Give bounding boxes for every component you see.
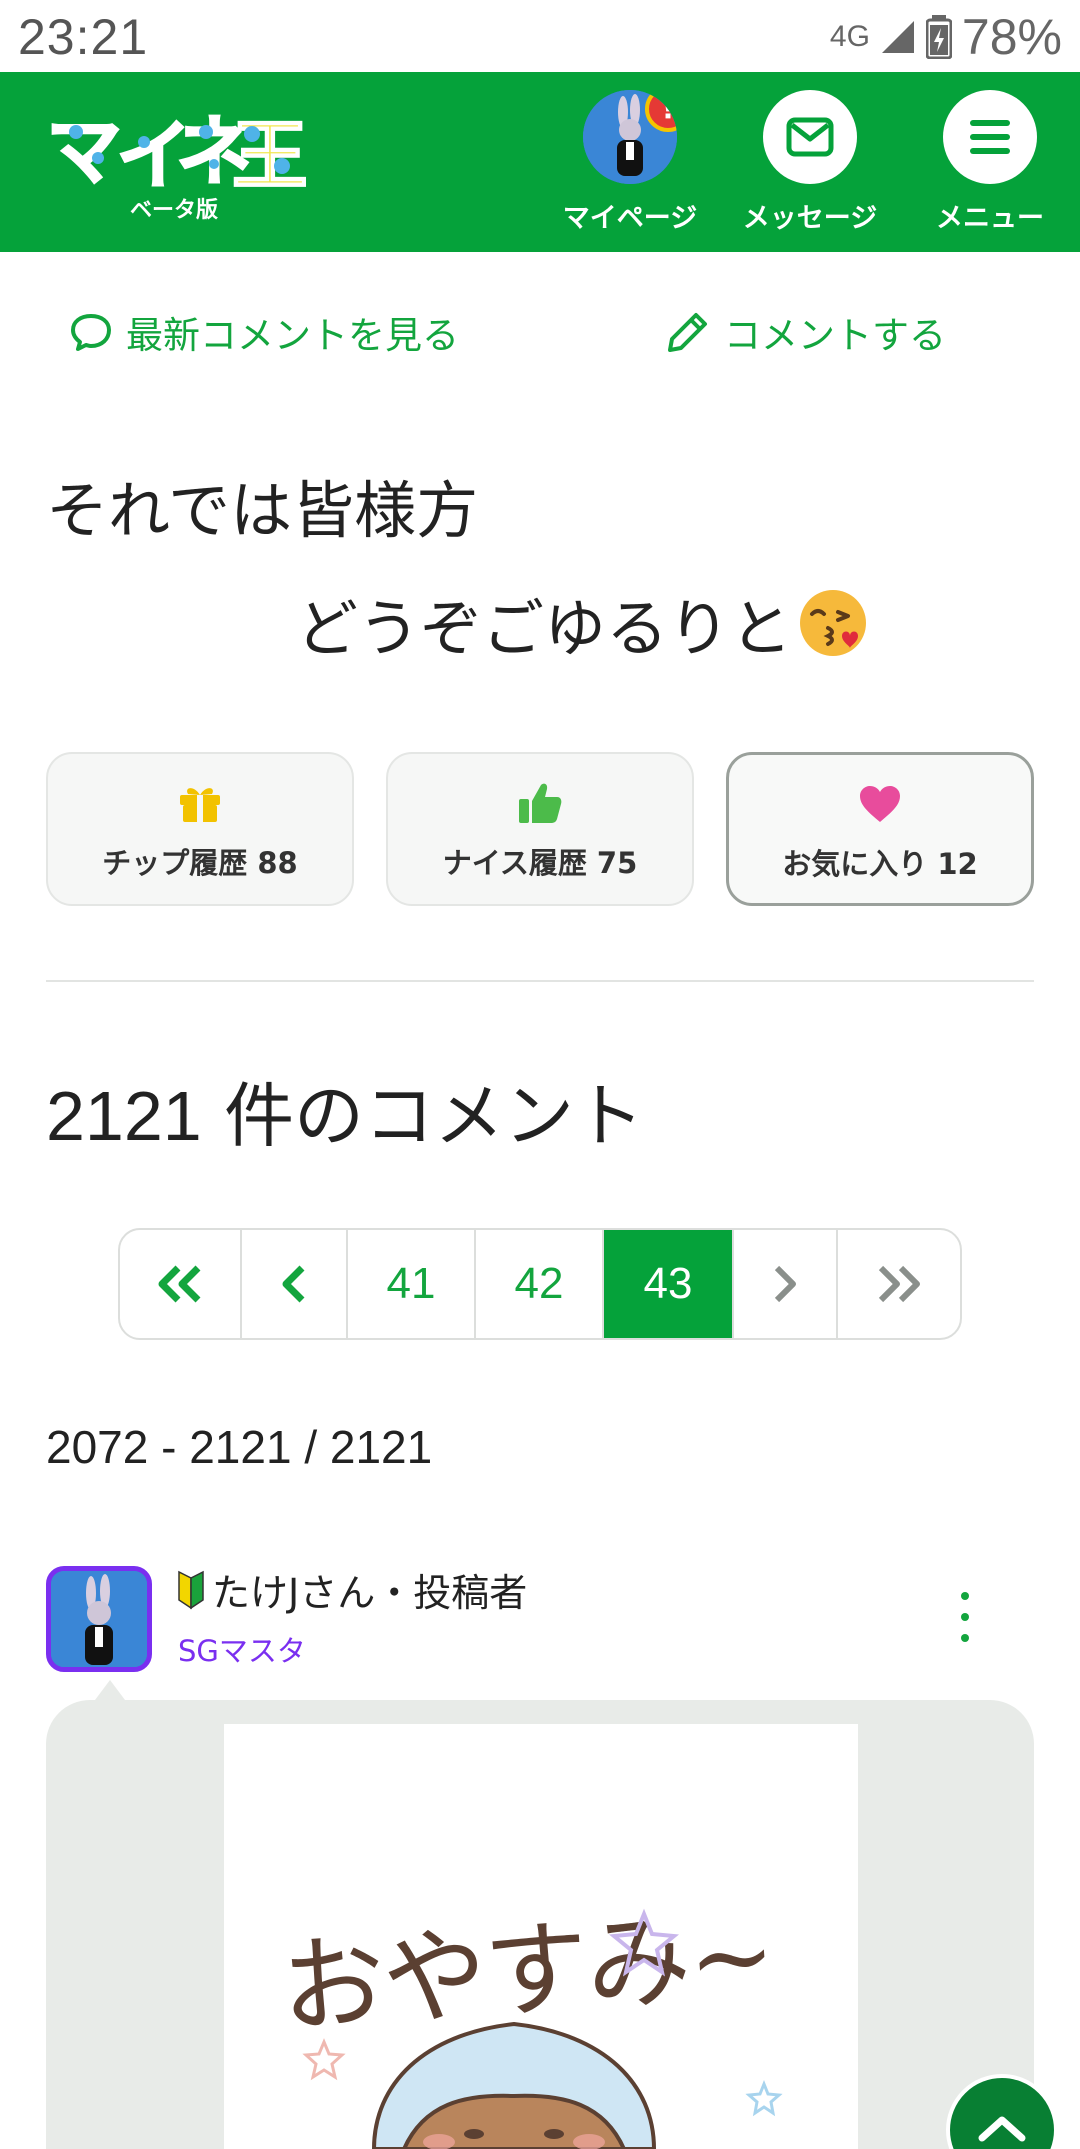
latest-comments-label: 最新コメントを見る [126, 314, 459, 357]
tip-history-label: チップ履歴 88 [102, 846, 298, 880]
post-comment-label: コメントする [724, 314, 946, 357]
post-line-2-wrap: どうぞごゆるりと [296, 578, 868, 668]
nav-message[interactable]: メッセージ [735, 90, 885, 235]
stat-icon-wrap [388, 778, 692, 828]
battery-icon [925, 15, 952, 59]
chevron-left-icon [282, 1265, 305, 1303]
prev-page-button[interactable] [242, 1230, 348, 1338]
envelope-icon [786, 117, 834, 157]
hamburger-icon [970, 120, 1010, 154]
kebab-dot [961, 1592, 969, 1600]
speech-bubble-icon [71, 314, 111, 351]
menu-button [943, 90, 1037, 184]
sticker-bear-illustration [302, 1908, 783, 2149]
pencil-icon [668, 313, 707, 352]
pagination: 41 42 43 [118, 1228, 962, 1340]
chevron-right-icon [774, 1265, 796, 1303]
comment-author-rank: SGマスタ [178, 1634, 306, 1668]
kebab-dot [961, 1634, 969, 1642]
double-chevron-left-icon [158, 1265, 201, 1303]
page-button[interactable]: 42 [476, 1230, 604, 1338]
first-page-button[interactable] [120, 1230, 242, 1338]
nav-mypage[interactable]: ! マイページ [555, 90, 705, 235]
rabbit-avatar-icon [51, 1571, 147, 1667]
status-time: 23:21 [18, 9, 149, 65]
heart-icon [860, 786, 900, 822]
comment-author-name: たけJさん・投稿者 [212, 1571, 528, 1615]
page-button[interactable]: 41 [348, 1230, 476, 1338]
kebab-dot [961, 1613, 969, 1621]
comment-author-line[interactable]: たけJさん・投稿者 [176, 1562, 527, 1617]
network-label: 4G [829, 20, 870, 53]
stat-icon-wrap [729, 779, 1031, 829]
logo-mark: マ イ ネ 王 [45, 106, 309, 201]
post-line-1: それでは皆様方 [46, 474, 479, 547]
nav-menu-label: メニュー [936, 203, 1044, 234]
section-divider [46, 980, 1034, 982]
latest-comments-link[interactable]: 最新コメントを見る [70, 305, 459, 359]
more-options-icon[interactable] [950, 1592, 980, 1642]
favorites-label: お気に入り 12 [782, 847, 978, 881]
last-page-button[interactable] [838, 1230, 960, 1338]
signal-icon [881, 21, 914, 53]
comment-count-heading: 2121 件のコメント [46, 1060, 644, 1161]
favorites-button[interactable]: お気に入り 12 [726, 752, 1034, 906]
comment-count-label: 件のコメント [201, 1075, 644, 1157]
beginner-mark-icon [178, 1570, 204, 1609]
status-bar: 23:21 4G 78% [0, 0, 1080, 72]
comment-count-number: 2121 [46, 1077, 202, 1155]
gift-icon [180, 788, 220, 822]
nice-history-label: ナイス履歴 75 [442, 846, 638, 880]
logo-sub: ベータ版 [129, 198, 218, 223]
post-line-2: どうぞごゆるりと [296, 592, 793, 665]
stat-icon-wrap [48, 778, 352, 828]
user-avatar: ! [583, 90, 677, 184]
status-icons: 4G 78% [830, 8, 1062, 66]
app-header: マ イ ネ 王 ベータ版 ! マイページ メッセージ メニュー [0, 72, 1080, 252]
comment-sticker-image[interactable]: おやすみ~ [224, 1724, 858, 2149]
tip-history-button[interactable]: チップ履歴 88 [46, 752, 354, 906]
nav-message-label: メッセージ [742, 203, 878, 234]
kissing-face-icon [800, 590, 867, 656]
thumbs-up-icon [519, 783, 562, 823]
nice-history-button[interactable]: ナイス履歴 75 [386, 752, 694, 906]
post-comment-link[interactable]: コメントする [666, 305, 946, 359]
svg-text:王: 王 [232, 111, 306, 200]
nav-menu[interactable]: メニュー [915, 90, 1065, 235]
svg-text:マ: マ [46, 107, 122, 196]
current-page-button[interactable]: 43 [604, 1230, 734, 1338]
chevron-up-icon [978, 2116, 1026, 2142]
battery-percent: 78% [961, 9, 1062, 65]
comment-author-avatar[interactable] [46, 1566, 152, 1672]
message-button [763, 90, 857, 184]
next-page-button[interactable] [734, 1230, 838, 1338]
double-chevron-right-icon [878, 1265, 920, 1303]
nav-mypage-label: マイページ [562, 203, 698, 234]
comment-range: 2072 - 2121 / 2121 [46, 1421, 433, 1473]
page: 23:21 4G 78% マ イ ネ 王 ベータ版 ! マイページ メッセージ … [0, 0, 1080, 2149]
